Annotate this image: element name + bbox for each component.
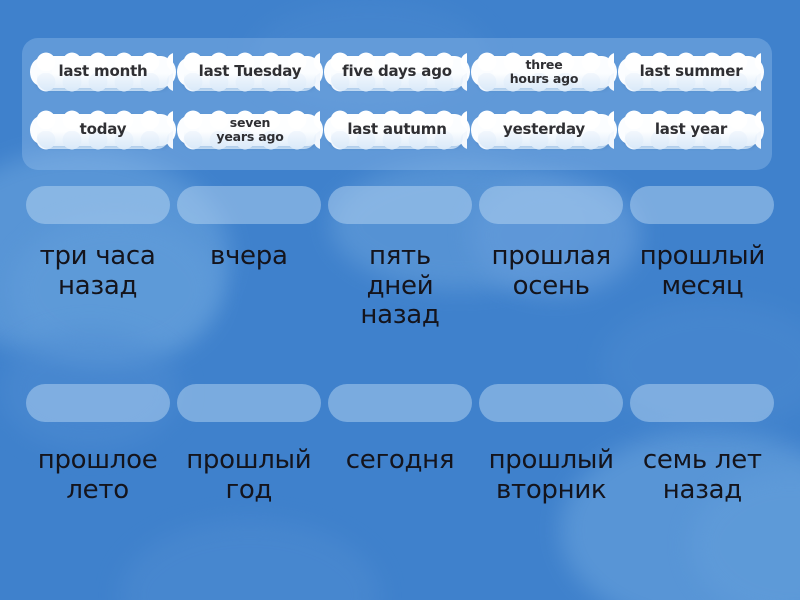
draggable-word-tile[interactable]: last autumn: [324, 107, 470, 153]
word-tile-label: seven years ago: [216, 114, 284, 144]
draggable-word-tile[interactable]: three hours ago: [471, 49, 617, 95]
drop-slot[interactable]: [327, 384, 472, 422]
drop-slot[interactable]: [479, 384, 624, 422]
draggable-word-tile[interactable]: today: [30, 107, 176, 153]
word-tile-label: last summer: [639, 62, 743, 81]
answer-prompt-text: вчера: [209, 241, 288, 271]
word-tile-label: last autumn: [347, 120, 447, 139]
answer-row: прошлое лето прошлый год сегодня прошлый вт…: [22, 384, 778, 505]
draggable-word-tile[interactable]: last Tuesday: [177, 49, 323, 95]
word-tile-label: last month: [58, 62, 148, 81]
drop-slot[interactable]: [327, 186, 472, 224]
answer-cell: прошлая осень: [476, 186, 627, 331]
drop-slot[interactable]: [630, 384, 775, 422]
answer-prompt-text: прошлый вторник: [488, 445, 614, 505]
answer-prompt-text: прошлый месяц: [639, 241, 765, 301]
word-tile-label: last Tuesday: [198, 62, 302, 81]
word-tile-label: three hours ago: [509, 56, 579, 86]
answer-cell: прошлое лето: [22, 384, 173, 505]
word-bank-row: today seven years ago last autumn yester…: [22, 107, 772, 153]
answer-prompt-text: прошлый год: [186, 445, 312, 505]
draggable-word-tile[interactable]: last year: [618, 107, 764, 153]
answer-cell: пять дней назад: [324, 186, 475, 331]
answer-prompt-text: пять дней назад: [360, 241, 440, 331]
draggable-word-tile[interactable]: five days ago: [324, 49, 470, 95]
word-tile-label: last year: [654, 120, 728, 139]
answer-cell: вчера: [173, 186, 324, 331]
drop-slot[interactable]: [176, 384, 321, 422]
answer-prompt-text: семь лет назад: [642, 445, 762, 505]
answer-prompt-text: три часа назад: [39, 241, 156, 301]
word-tile-label: today: [79, 120, 127, 139]
drop-slot[interactable]: [25, 186, 170, 224]
answer-cell: прошлый год: [173, 384, 324, 505]
answer-cell: сегодня: [324, 384, 475, 505]
answer-row: три часа назад вчера пять дней назад прошла…: [22, 186, 778, 331]
answer-cell: семь лет назад: [627, 384, 778, 505]
answer-prompt-text: прошлое лето: [37, 445, 158, 505]
word-tile-label: yesterday: [503, 120, 585, 139]
answer-cell: три часа назад: [22, 186, 173, 331]
drop-slot[interactable]: [479, 186, 624, 224]
background-cloud: [120, 520, 380, 600]
draggable-word-tile[interactable]: last month: [30, 49, 176, 95]
word-tile-label: five days ago: [342, 62, 452, 81]
word-bank-row: last month last Tuesday five days ago th…: [22, 49, 772, 95]
drop-slot[interactable]: [25, 384, 170, 422]
word-bank-panel: last month last Tuesday five days ago th…: [22, 38, 772, 170]
answer-prompt-text: сегодня: [345, 445, 455, 475]
drop-slot[interactable]: [630, 186, 775, 224]
answer-prompt-text: прошлая осень: [491, 241, 612, 301]
drop-slot[interactable]: [176, 186, 321, 224]
answer-cell: прошлый вторник: [476, 384, 627, 505]
draggable-word-tile[interactable]: last summer: [618, 49, 764, 95]
draggable-word-tile[interactable]: seven years ago: [177, 107, 323, 153]
answer-cell: прошлый месяц: [627, 186, 778, 331]
draggable-word-tile[interactable]: yesterday: [471, 107, 617, 153]
